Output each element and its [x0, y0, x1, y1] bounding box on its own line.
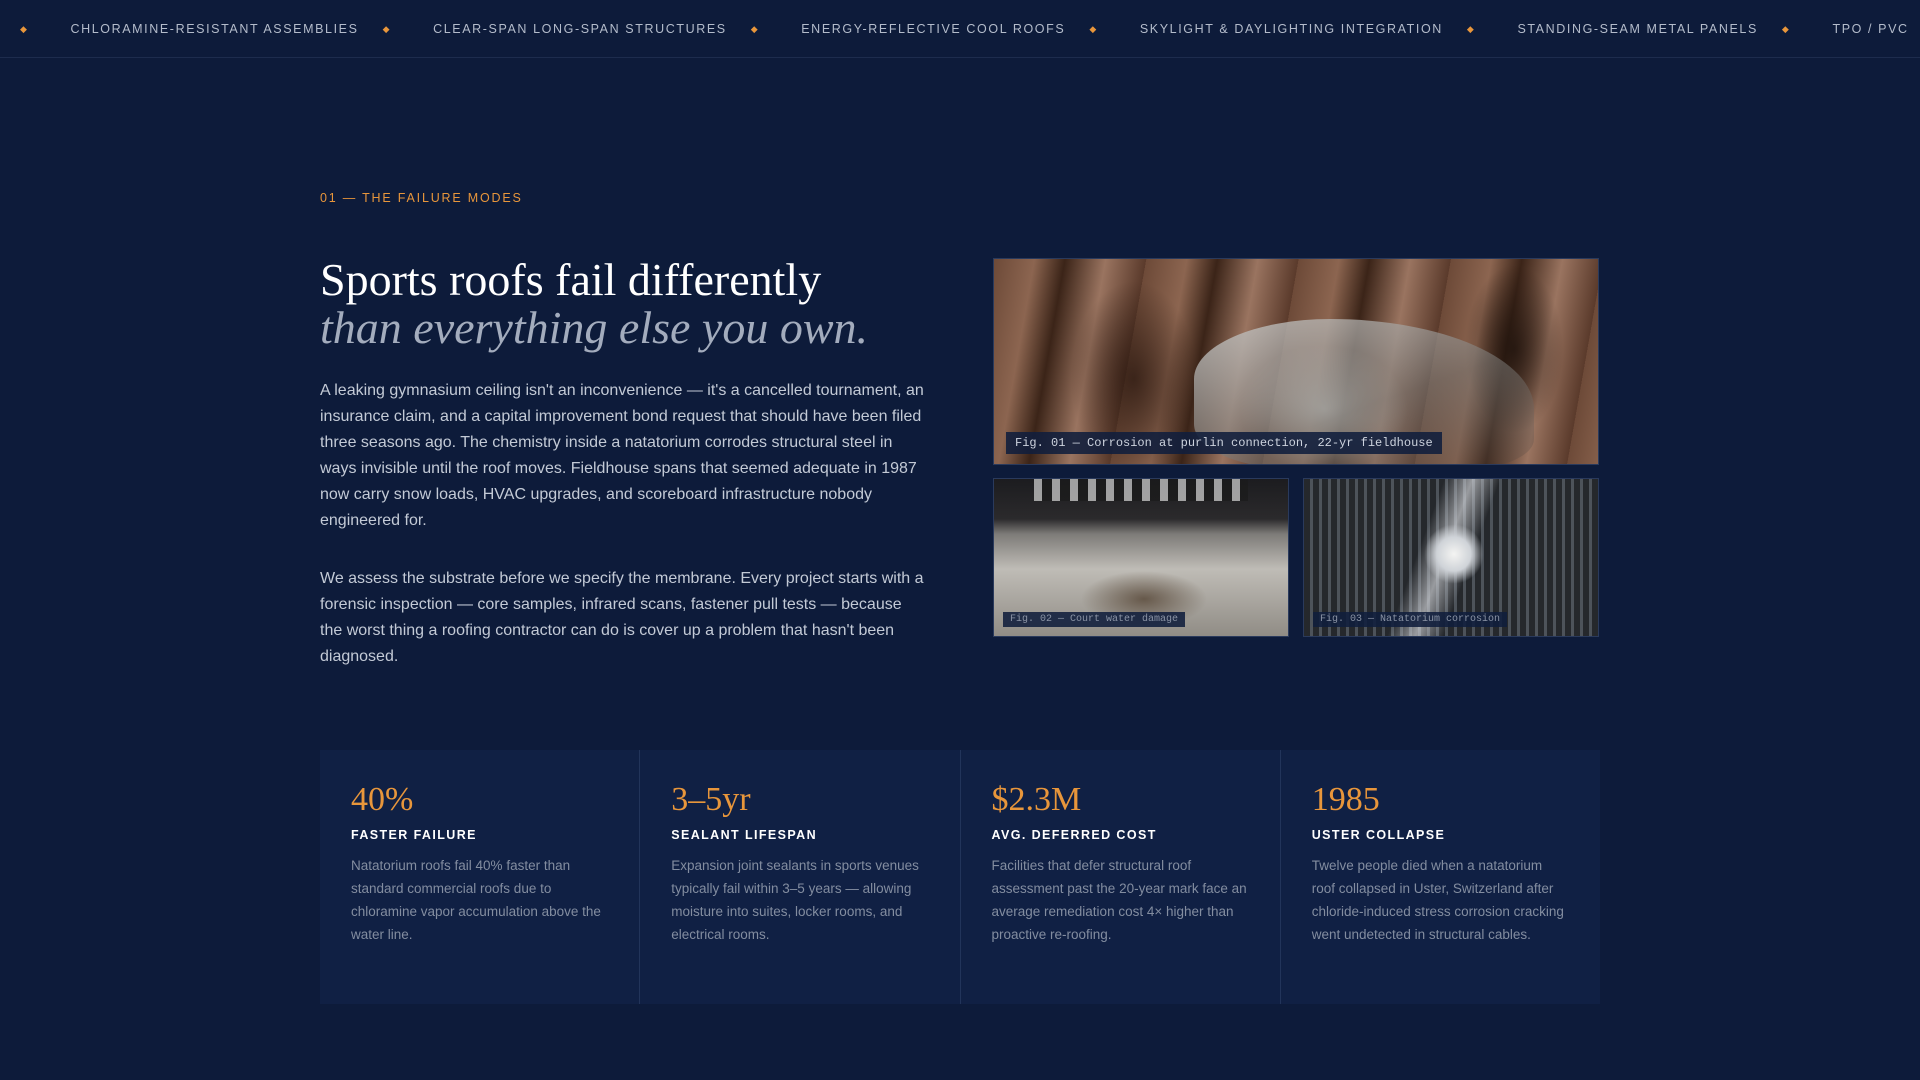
figure-purlin-corrosion: Fig. 01 — Corrosion at purlin connection… — [993, 258, 1599, 465]
ticker-item[interactable]: TPO / PVC — [1832, 22, 1908, 36]
stat-label: USTER COLLAPSE — [1311, 828, 1446, 842]
headline-line-2: than everything else you own. — [320, 302, 869, 353]
stat-card-sealant-lifespan: 3–5yr SEALANT LIFESPAN Expansion joint s… — [640, 750, 961, 1004]
stat-value: 1985 — [1311, 781, 1380, 818]
diamond-separator-icon: ◆ — [19, 23, 29, 34]
figure-caption: Fig. 03 — Natatorium corrosion — [1313, 612, 1508, 627]
stat-description: Twelve people died when a natatorium roo… — [1311, 858, 1564, 942]
stat-label: FASTER FAILURE — [351, 828, 477, 842]
section-headline: Sports roofs fail differently than every… — [320, 256, 960, 352]
figure-caption: Fig. 01 — Corrosion at purlin connection… — [1006, 432, 1442, 454]
ticker-track: S◆ Chloramine-Resistant Assemblies ◆ Clea… — [0, 0, 1909, 57]
stat-card-deferred-cost: $2.3M AVG. DEFERRED COST Facilities that… — [961, 750, 1281, 1004]
ticker-item-label: Standing-Seam Metal Panels — [1517, 22, 1758, 36]
diamond-separator-icon: ◆ — [1466, 23, 1476, 34]
stat-label: AVG. DEFERRED COST — [991, 828, 1157, 842]
ticker-item[interactable]: Skylight & Daylighting Integration ◆ — [1140, 22, 1518, 36]
ticker-item-label: Energy-Reflective Cool Roofs — [801, 22, 1066, 36]
stat-card-faster-failure: 40% FASTER FAILURE Natatorium roofs fail… — [320, 750, 641, 1004]
stat-value: $2.3M — [991, 781, 1082, 818]
intro-paragraph-2: We assess the substrate before we specif… — [320, 570, 924, 665]
stat-value: 3–5yr — [671, 781, 751, 818]
figure-natatorium-corrosion: Fig. 03 — Natatorium corrosion — [1303, 478, 1599, 637]
figure-court-water-damage: Fig. 02 — Court water damage — [993, 478, 1289, 637]
stat-description: Facilities that defer structural roof as… — [991, 858, 1247, 942]
ticker-item[interactable]: S◆ — [0, 22, 70, 36]
stat-value: 40% — [351, 781, 414, 818]
ticker-item-label: TPO / PVC — [1832, 22, 1909, 36]
stat-label: SEALANT LIFESPAN — [671, 828, 818, 842]
ticker-item[interactable]: Chloramine-Resistant Assemblies ◆ — [70, 22, 433, 36]
diamond-separator-icon: ◆ — [1781, 23, 1791, 34]
ticker-item-label: Chloramine-Resistant Assemblies — [70, 22, 359, 36]
diamond-separator-icon: ◆ — [750, 23, 760, 34]
ticker-item[interactable]: Standing-Seam Metal Panels ◆ — [1517, 22, 1832, 36]
stats-panel: 40% FASTER FAILURE Natatorium roofs fail… — [320, 750, 1600, 1004]
diamond-separator-icon: ◆ — [1089, 23, 1098, 34]
ticker-item-label: Skylight & Daylighting Integration — [1139, 22, 1443, 36]
figure-caption: Fig. 02 — Court water damage — [1003, 612, 1186, 627]
diamond-separator-icon: ◆ — [382, 23, 392, 34]
stat-card-uster-collapse: 1985 USTER COLLAPSE Twelve people died w… — [1281, 750, 1600, 1004]
ticker-item[interactable]: Clear-Span Long-Span Structures ◆ — [433, 22, 801, 36]
headline-line-1: Sports roofs fail differently — [320, 254, 822, 305]
ticker-item[interactable]: Energy-Reflective Cool Roofs ◆ — [801, 22, 1140, 36]
section-eyebrow: 01 — THE FAILURE MODES — [320, 191, 523, 205]
intro-paragraph-1: A leaking gymnasium ceiling isn't an inc… — [320, 382, 924, 529]
stat-description: Expansion joint sealants in sports venue… — [671, 858, 919, 942]
services-ticker: S◆ Chloramine-Resistant Assemblies ◆ Clea… — [0, 0, 1920, 58]
stat-description: Natatorium roofs fail 40% faster than st… — [351, 858, 601, 942]
ticker-item-label: Clear-Span Long-Span Structures — [433, 22, 727, 36]
